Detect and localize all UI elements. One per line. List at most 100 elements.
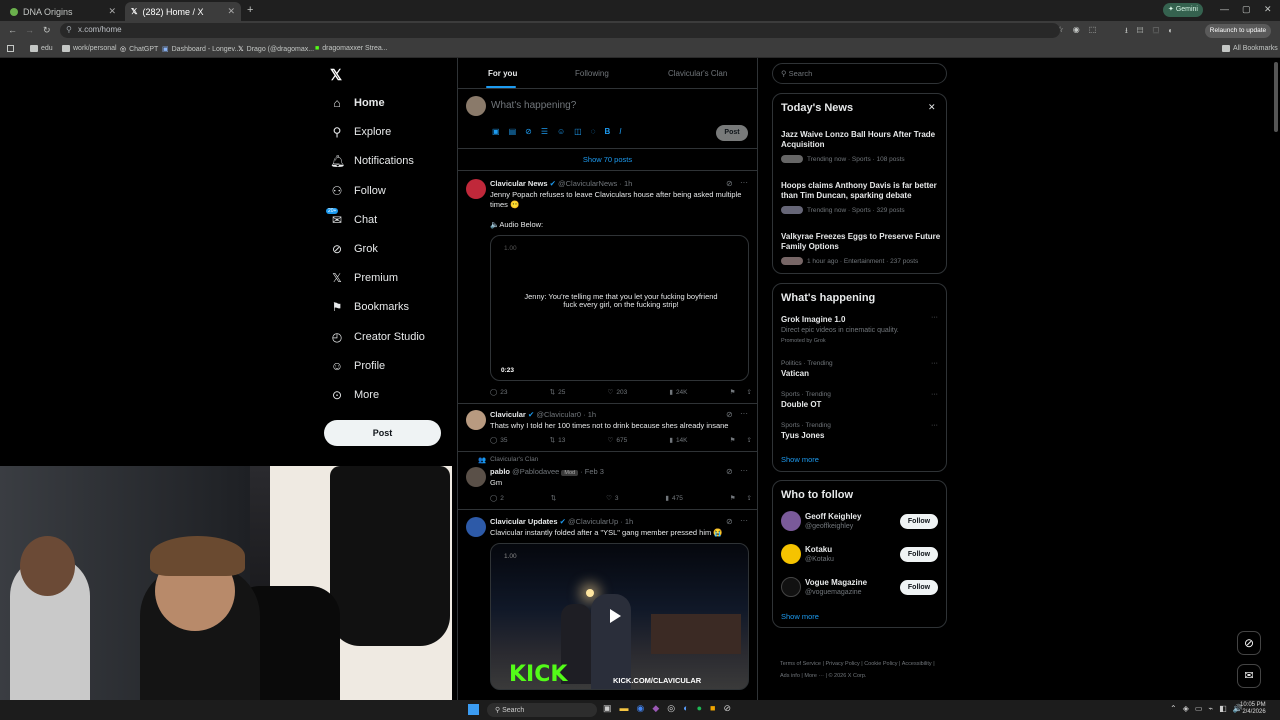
- playback-speed[interactable]: 1.00: [504, 553, 517, 560]
- url-bar[interactable]: ⚲ x.com/home: [60, 23, 1060, 38]
- follow-name[interactable]: Geoff Keighley: [805, 512, 861, 522]
- follow-button[interactable]: Follow: [900, 580, 938, 595]
- nav-item-chat[interactable]: ✉ 20+ Chat: [326, 207, 377, 227]
- app-icon[interactable]: ⊘: [723, 703, 731, 714]
- nav-item-profile[interactable]: ☺ Profile: [330, 359, 385, 373]
- follow-button[interactable]: Follow: [900, 514, 938, 529]
- tab-following[interactable]: Following: [575, 69, 609, 78]
- share-icon[interactable]: ⇪: [747, 494, 752, 502]
- app-icon[interactable]: ■: [710, 703, 715, 714]
- bookmark-link[interactable]: ■ dragomaxxer Strea...: [315, 45, 388, 52]
- nav-item-grok[interactable]: ⊘ Grok: [330, 242, 378, 256]
- news-headline[interactable]: Jazz Waive Lonzo Ball Hours After Trade …: [781, 130, 941, 150]
- show-more-link[interactable]: Show more: [781, 455, 819, 464]
- reply-button[interactable]: ◯ 35: [490, 436, 508, 445]
- reply-button[interactable]: ◯ 2: [490, 494, 504, 503]
- views-button[interactable]: ▮ 24K: [669, 388, 687, 397]
- video-player[interactable]: 1.00 Jenny: You're telling me that you l…: [490, 235, 749, 381]
- like-button[interactable]: ♡ 203: [608, 388, 628, 397]
- follow-name[interactable]: Vogue Magazine: [805, 578, 867, 588]
- emoji-icon[interactable]: ☺: [557, 127, 565, 136]
- steam-icon[interactable]: ◐: [683, 703, 688, 714]
- nav-item-creator-studio[interactable]: ◴ Creator Studio: [330, 330, 425, 344]
- task-view-icon[interactable]: ▣: [603, 703, 612, 714]
- bookmark-button[interactable]: ⚑ ⇪: [730, 494, 752, 502]
- avatar[interactable]: [781, 511, 801, 531]
- bookmark-link[interactable]: ◎ ChatGPT: [120, 45, 158, 54]
- grok-icon[interactable]: ⊘: [525, 127, 532, 136]
- trend-title[interactable]: Grok Imagine 1.0: [781, 315, 845, 325]
- nav-item-home[interactable]: ⌂ Home: [330, 96, 384, 110]
- bookmark-folder[interactable]: edu: [30, 45, 53, 52]
- author-name[interactable]: pablo: [490, 467, 510, 476]
- share-icon[interactable]: ⇪: [747, 388, 752, 396]
- relaunch-button[interactable]: Relaunch to update: [1205, 24, 1271, 38]
- author-handle[interactable]: @ClavicularUp: [568, 517, 618, 526]
- forward-icon[interactable]: →: [25, 25, 34, 35]
- footer-link[interactable]: Accessibility: [902, 661, 932, 667]
- repost-button[interactable]: ⇅: [551, 494, 559, 502]
- grok-icon[interactable]: ⊘: [726, 179, 733, 188]
- gemini-button[interactable]: ✦ Gemini: [1163, 3, 1203, 17]
- author-name[interactable]: Clavicular News: [490, 179, 548, 188]
- share-icon[interactable]: ⇪: [747, 436, 752, 444]
- trend-title[interactable]: Vatican: [781, 369, 809, 379]
- follow-button[interactable]: Follow: [900, 547, 938, 562]
- follow-name[interactable]: Kotaku: [805, 545, 832, 555]
- browser-tab-x[interactable]: 𝕏 (282) Home / X ✕: [125, 2, 241, 21]
- bold-icon[interactable]: B: [605, 127, 611, 136]
- author-handle[interactable]: @Pablodavee: [512, 467, 559, 476]
- nav-item-explore[interactable]: ⚲ Explore: [330, 125, 392, 139]
- more-icon[interactable]: ···: [931, 422, 938, 429]
- avatar[interactable]: [466, 179, 486, 199]
- bookmark-button[interactable]: ⚑ ⇪: [730, 436, 752, 444]
- taskbar-search[interactable]: ⚲ Search: [487, 703, 597, 717]
- spotify-icon[interactable]: ●: [697, 703, 702, 714]
- image-icon[interactable]: ▣: [492, 127, 500, 136]
- trend-title[interactable]: Double OT: [781, 400, 821, 410]
- windows-start-icon[interactable]: [468, 704, 479, 715]
- footer-link[interactable]: More ···: [804, 673, 824, 679]
- footer-link[interactable]: Terms of Service: [780, 661, 821, 667]
- location-icon[interactable]: ◌: [591, 127, 596, 136]
- more-icon[interactable]: ···: [931, 360, 938, 367]
- window-close-icon[interactable]: ✕: [1264, 4, 1272, 15]
- grok-float-icon[interactable]: ⊘: [1237, 631, 1261, 655]
- obs-icon[interactable]: ◎: [667, 703, 675, 714]
- nav-item-more[interactable]: ⊙ More: [330, 388, 379, 402]
- news-headline[interactable]: Valkyrae Freezes Eggs to Preserve Future…: [781, 232, 941, 252]
- bookmark-folder[interactable]: work/personal: [62, 45, 117, 52]
- reply-button[interactable]: ◯ 23: [490, 388, 508, 397]
- poll-icon[interactable]: ☰: [541, 127, 548, 136]
- new-tab-icon[interactable]: +: [247, 4, 253, 16]
- post-button[interactable]: Post: [324, 420, 441, 446]
- news-headline[interactable]: Hoops claims Anthony Davis is far better…: [781, 181, 941, 201]
- more-icon[interactable]: ···: [931, 314, 938, 321]
- minimize-icon[interactable]: —: [1220, 4, 1229, 14]
- avatar[interactable]: [781, 577, 801, 597]
- scrollbar[interactable]: [1274, 62, 1278, 132]
- close-icon[interactable]: ✕: [928, 102, 936, 113]
- compose-post-button[interactable]: Post: [716, 125, 748, 141]
- play-icon[interactable]: [610, 609, 621, 623]
- system-tray-icons[interactable]: ⌃◈▭⌁◧🔊: [1170, 704, 1249, 713]
- author-handle[interactable]: @ClavicularNews: [558, 179, 617, 188]
- author-name[interactable]: Clavicular Updates: [490, 517, 558, 526]
- schedule-icon[interactable]: ◫: [574, 127, 582, 136]
- file-explorer-icon[interactable]: ▬: [620, 703, 629, 714]
- nav-item-notifications[interactable]: 🔔︎ Notifications: [330, 154, 414, 168]
- tab-for-you[interactable]: For you: [488, 69, 517, 78]
- gif-icon[interactable]: ▤: [509, 127, 517, 136]
- reload-icon[interactable]: ↻: [43, 25, 51, 36]
- more-icon[interactable]: ···: [740, 178, 748, 187]
- post-time[interactable]: · 1h: [620, 517, 633, 526]
- nav-item-premium[interactable]: 𝕏 Premium: [330, 271, 398, 285]
- messages-float-icon[interactable]: ✉: [1237, 664, 1261, 688]
- more-icon[interactable]: ···: [740, 409, 748, 418]
- show-posts-link[interactable]: Show 70 posts: [458, 155, 757, 164]
- author-name[interactable]: Clavicular: [490, 410, 526, 419]
- avatar[interactable]: [466, 96, 486, 116]
- post-time[interactable]: · Feb 3: [580, 467, 604, 476]
- clock[interactable]: 10:05 PM 2/4/2026: [1240, 702, 1266, 716]
- italic-icon[interactable]: I: [619, 127, 621, 136]
